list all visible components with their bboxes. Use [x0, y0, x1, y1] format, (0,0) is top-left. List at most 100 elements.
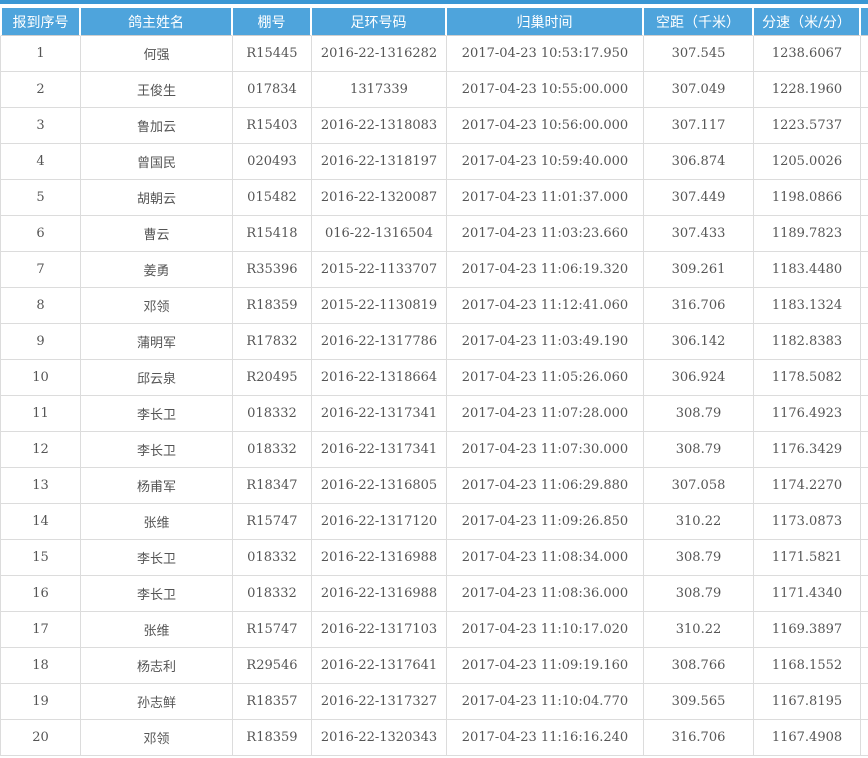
cell-owner-name: 何强	[81, 36, 233, 72]
cell-speed-m-min: 1167.4908	[754, 720, 861, 756]
cell-speed-m-min: 1176.3429	[754, 432, 861, 468]
cell-clipped	[861, 576, 868, 612]
table-row: 11李长卫0183322016-22-13173412017-04-23 11:…	[0, 396, 868, 432]
cell-ring-no: 2016-22-1317120	[312, 504, 447, 540]
cell-distance-km: 308.79	[644, 396, 754, 432]
cell-owner-name: 姜勇	[81, 252, 233, 288]
cell-clipped	[861, 72, 868, 108]
results-table: 报到序号鸽主姓名棚号足环号码归巢时间空距（千米）分速（米/分） 1何强R1544…	[0, 8, 868, 756]
cell-loft-no: R15418	[233, 216, 312, 252]
column-header-speed-m-min: 分速（米/分）	[754, 8, 861, 36]
table-row: 6曹云R15418016-22-13165042017-04-23 11:03:…	[0, 216, 868, 252]
cell-loft-no: R15445	[233, 36, 312, 72]
cell-clipped	[861, 612, 868, 648]
column-header-loft-no: 棚号	[233, 8, 312, 36]
cell-homing-time: 2017-04-23 11:09:26.850	[447, 504, 644, 540]
cell-distance-km: 307.049	[644, 72, 754, 108]
cell-report-no: 17	[0, 612, 81, 648]
cell-ring-no: 2016-22-1320343	[312, 720, 447, 756]
cell-report-no: 19	[0, 684, 81, 720]
cell-speed-m-min: 1176.4923	[754, 396, 861, 432]
cell-report-no: 7	[0, 252, 81, 288]
cell-speed-m-min: 1171.4340	[754, 576, 861, 612]
cell-owner-name: 李长卫	[81, 396, 233, 432]
cell-speed-m-min: 1223.5737	[754, 108, 861, 144]
cell-distance-km: 309.261	[644, 252, 754, 288]
cell-clipped	[861, 504, 868, 540]
cell-owner-name: 李长卫	[81, 576, 233, 612]
cell-report-no: 5	[0, 180, 81, 216]
cell-homing-time: 2017-04-23 11:03:49.190	[447, 324, 644, 360]
cell-homing-time: 2017-04-23 11:10:17.020	[447, 612, 644, 648]
column-header-distance-km: 空距（千米）	[644, 8, 754, 36]
cell-loft-no: R20495	[233, 360, 312, 396]
cell-homing-time: 2017-04-23 11:12:41.060	[447, 288, 644, 324]
cell-ring-no: 2016-22-1317641	[312, 648, 447, 684]
cell-distance-km: 307.449	[644, 180, 754, 216]
cell-loft-no: R29546	[233, 648, 312, 684]
cell-clipped	[861, 288, 868, 324]
cell-distance-km: 307.058	[644, 468, 754, 504]
cell-distance-km: 308.766	[644, 648, 754, 684]
cell-ring-no: 2016-22-1317341	[312, 396, 447, 432]
cell-speed-m-min: 1205.0026	[754, 144, 861, 180]
cell-homing-time: 2017-04-23 11:05:26.060	[447, 360, 644, 396]
cell-ring-no: 2016-22-1316282	[312, 36, 447, 72]
cell-homing-time: 2017-04-23 11:07:30.000	[447, 432, 644, 468]
cell-distance-km: 308.79	[644, 432, 754, 468]
cell-ring-no: 2016-22-1317786	[312, 324, 447, 360]
table-row: 10邱云泉R204952016-22-13186642017-04-23 11:…	[0, 360, 868, 396]
cell-homing-time: 2017-04-23 10:59:40.000	[447, 144, 644, 180]
cell-ring-no: 2016-22-1317103	[312, 612, 447, 648]
pigeon-race-results-page: 报到序号鸽主姓名棚号足环号码归巢时间空距（千米）分速（米/分） 1何强R1544…	[0, 0, 868, 758]
cell-report-no: 4	[0, 144, 81, 180]
cell-report-no: 11	[0, 396, 81, 432]
table-row: 4曾国民0204932016-22-13181972017-04-23 10:5…	[0, 144, 868, 180]
table-row: 14张维R157472016-22-13171202017-04-23 11:0…	[0, 504, 868, 540]
cell-report-no: 9	[0, 324, 81, 360]
table-row: 18杨志利R295462016-22-13176412017-04-23 11:…	[0, 648, 868, 684]
cell-ring-no: 2016-22-1317341	[312, 432, 447, 468]
cell-loft-no: 017834	[233, 72, 312, 108]
cell-speed-m-min: 1183.1324	[754, 288, 861, 324]
table-row: 13杨甫军R183472016-22-13168052017-04-23 11:…	[0, 468, 868, 504]
cell-report-no: 3	[0, 108, 81, 144]
cell-report-no: 12	[0, 432, 81, 468]
cell-speed-m-min: 1178.5082	[754, 360, 861, 396]
cell-distance-km: 307.117	[644, 108, 754, 144]
cell-homing-time: 2017-04-23 11:01:37.000	[447, 180, 644, 216]
cell-speed-m-min: 1173.0873	[754, 504, 861, 540]
cell-owner-name: 曹云	[81, 216, 233, 252]
column-header-clipped	[861, 8, 868, 36]
cell-report-no: 20	[0, 720, 81, 756]
cell-homing-time: 2017-04-23 11:06:29.880	[447, 468, 644, 504]
column-header-ring-no: 足环号码	[312, 8, 447, 36]
table-row: 19孙志鲜R183572016-22-13173272017-04-23 11:…	[0, 684, 868, 720]
cell-report-no: 6	[0, 216, 81, 252]
cell-clipped	[861, 396, 868, 432]
cell-distance-km: 308.79	[644, 540, 754, 576]
cell-ring-no: 2015-22-1133707	[312, 252, 447, 288]
table-row: 8邓领R183592015-22-11308192017-04-23 11:12…	[0, 288, 868, 324]
cell-clipped	[861, 36, 868, 72]
cell-ring-no: 016-22-1316504	[312, 216, 447, 252]
cell-owner-name: 邓领	[81, 720, 233, 756]
cell-homing-time: 2017-04-23 11:07:28.000	[447, 396, 644, 432]
cell-report-no: 13	[0, 468, 81, 504]
column-header-report-no: 报到序号	[0, 8, 81, 36]
cell-distance-km: 306.874	[644, 144, 754, 180]
cell-report-no: 2	[0, 72, 81, 108]
cell-speed-m-min: 1238.6067	[754, 36, 861, 72]
cell-loft-no: 018332	[233, 540, 312, 576]
cell-distance-km: 306.142	[644, 324, 754, 360]
cell-owner-name: 王俊生	[81, 72, 233, 108]
top-accent-bar	[0, 0, 868, 4]
table-row: 9蒲明军R178322016-22-13177862017-04-23 11:0…	[0, 324, 868, 360]
cell-report-no: 18	[0, 648, 81, 684]
cell-distance-km: 310.22	[644, 504, 754, 540]
cell-owner-name: 孙志鲜	[81, 684, 233, 720]
cell-distance-km: 309.565	[644, 684, 754, 720]
table-row: 17张维R157472016-22-13171032017-04-23 11:1…	[0, 612, 868, 648]
cell-distance-km: 307.433	[644, 216, 754, 252]
cell-speed-m-min: 1171.5821	[754, 540, 861, 576]
